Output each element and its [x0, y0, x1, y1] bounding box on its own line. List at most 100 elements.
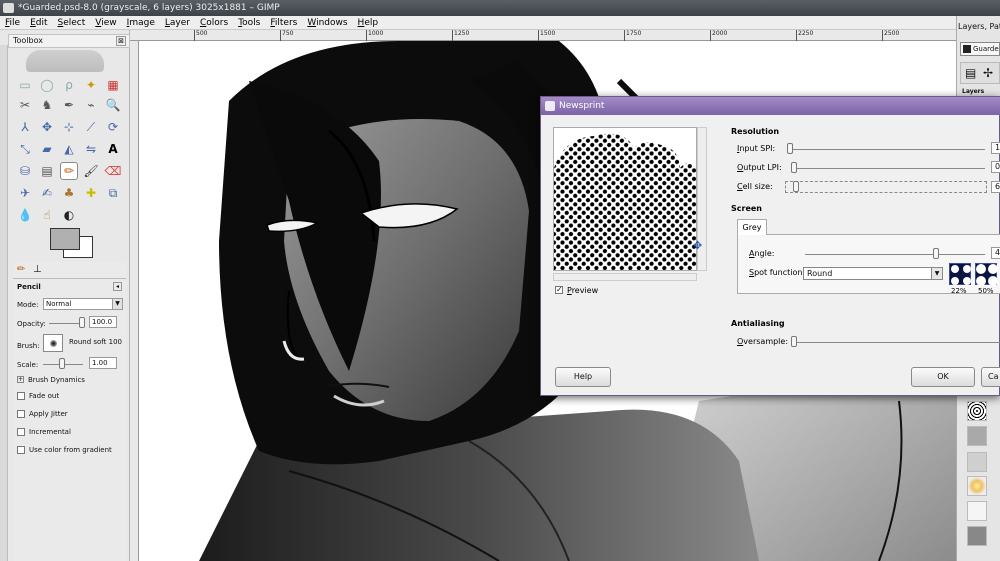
eraser-tool-icon[interactable]: ⌫ — [104, 162, 122, 180]
preview-horizontal-scrollbar[interactable] — [553, 273, 697, 281]
input-spi-slider-handle[interactable] — [787, 143, 793, 154]
free-select-tool-icon[interactable]: ρ — [60, 76, 78, 94]
mode-select[interactable]: Normal ▼ — [43, 298, 123, 310]
fuzzy-select-tool-icon[interactable]: ✦ — [82, 76, 100, 94]
foreground-select-tool-icon[interactable]: ♞ — [38, 96, 56, 114]
blend-tool-icon[interactable]: ▤ — [38, 162, 56, 180]
pencil-tool-icon[interactable]: ✏ — [60, 162, 78, 180]
image-thumbnail-icon — [963, 45, 971, 53]
navigate-icon[interactable]: ✥ — [693, 239, 702, 252]
oversample-slider[interactable] — [793, 342, 1000, 343]
brush-swatch[interactable] — [967, 476, 987, 496]
menu-select[interactable]: Select — [53, 16, 91, 29]
cancel-button[interactable]: Ca — [981, 367, 1000, 387]
apply-jitter-checkbox[interactable] — [17, 410, 25, 418]
menu-layer[interactable]: Layer — [160, 16, 195, 29]
paths-tool-icon[interactable]: ✒ — [60, 96, 78, 114]
ok-button-label: OK — [937, 372, 949, 381]
paintbrush-tool-icon[interactable]: 🖌 — [82, 162, 100, 180]
cell-size-slider[interactable] — [785, 181, 987, 193]
preview-area[interactable] — [553, 127, 697, 271]
ink-tool-icon[interactable]: ✍ — [38, 184, 56, 202]
input-spi-spinbox[interactable]: 1 — [991, 142, 1000, 154]
input-spi-slider[interactable] — [789, 149, 985, 150]
menu-view[interactable]: View — [90, 16, 121, 29]
menu-colors[interactable]: Colors — [195, 16, 233, 29]
perspective-clone-tool-icon[interactable]: ⧉ — [104, 184, 122, 202]
perspective-tool-icon[interactable]: ◭ — [60, 140, 78, 158]
menu-file[interactable]: File — [0, 16, 25, 29]
rect-select-tool-icon[interactable]: ▭ — [16, 76, 34, 94]
angle-slider-handle[interactable] — [933, 248, 939, 259]
layers-tab-icon[interactable]: ▤ — [965, 66, 976, 80]
opacity-spinbox[interactable]: 100.0 — [89, 316, 117, 328]
image-selector[interactable]: Guarde — [960, 42, 1000, 56]
expander-plus-icon[interactable]: + — [17, 376, 24, 383]
oversample-slider-handle[interactable] — [791, 336, 797, 347]
device-status-tab-icon[interactable]: ⊥ — [33, 264, 42, 275]
ellipse-select-tool-icon[interactable]: ◯ — [38, 76, 56, 94]
scale-tool-icon[interactable]: ⤡ — [16, 140, 34, 158]
angle-spinbox[interactable]: 45 — [991, 247, 1000, 259]
output-lpi-slider[interactable] — [793, 168, 985, 169]
channels-tab-icon[interactable]: ✢ — [983, 66, 993, 80]
help-button[interactable]: Help — [555, 367, 611, 387]
heal-tool-icon[interactable]: ✚ — [82, 184, 100, 202]
dialog-title-bar[interactable]: Newsprint — [541, 97, 1000, 115]
flip-tool-icon[interactable]: ⇋ — [82, 140, 100, 158]
preview-checkbox[interactable]: ✓ — [555, 285, 563, 294]
spot-function-select[interactable]: Round ▼ — [803, 267, 943, 280]
scale-spinbox[interactable]: 1.00 — [89, 357, 117, 369]
horizontal-ruler[interactable]: 500 750 1000 1250 1500 1750 2000 2250 25… — [130, 30, 956, 41]
scale-slider-handle[interactable] — [59, 358, 65, 369]
brush-preview[interactable] — [43, 334, 63, 352]
fade-out-checkbox[interactable] — [17, 392, 25, 400]
scissors-tool-icon[interactable]: ✂ — [16, 96, 34, 114]
crop-tool-icon[interactable]: ⟋ — [82, 118, 100, 136]
bucket-fill-tool-icon[interactable]: ⛁ — [16, 162, 34, 180]
incremental-label: Incremental — [29, 428, 71, 436]
color-picker-tool-icon[interactable]: ⌁ — [82, 96, 100, 114]
measure-tool-icon[interactable]: ⅄ — [16, 118, 34, 136]
incremental-checkbox[interactable] — [17, 428, 25, 436]
align-tool-icon[interactable]: ⊹ — [60, 118, 78, 136]
close-icon[interactable]: ⊠ — [116, 36, 126, 46]
opacity-slider[interactable] — [49, 323, 81, 324]
rotate-tool-icon[interactable]: ⟳ — [104, 118, 122, 136]
brush-swatch[interactable] — [967, 452, 987, 472]
menu-edit[interactable]: Edit — [25, 16, 52, 29]
tab-grey[interactable]: Grey — [737, 219, 767, 235]
pencil-options-tab-icon[interactable]: ✏ — [17, 264, 25, 275]
angle-slider[interactable] — [805, 254, 985, 255]
brush-swatch[interactable] — [967, 501, 987, 521]
menu-filters[interactable]: Filters — [265, 16, 302, 29]
output-lpi-spinbox[interactable]: 0. — [991, 161, 1000, 173]
shear-tool-icon[interactable]: ▰ — [38, 140, 56, 158]
newsprint-dialog: Newsprint ✥ ✓ Preview Resolution Input S… — [540, 96, 1000, 396]
brush-dynamics-expander[interactable]: Brush Dynamics — [28, 376, 85, 384]
restore-options-icon[interactable]: ◂ — [113, 282, 122, 291]
color-select-tool-icon[interactable]: ▦ — [104, 76, 122, 94]
cell-size-slider-handle[interactable] — [793, 181, 799, 192]
wilber-drop-area[interactable] — [26, 50, 104, 72]
menu-image[interactable]: Image — [122, 16, 160, 29]
brush-swatch[interactable] — [967, 526, 987, 546]
opacity-slider-handle[interactable] — [79, 317, 85, 328]
toolbox-title: Toolbox — [13, 36, 43, 45]
vertical-ruler[interactable] — [130, 41, 139, 561]
menu-help[interactable]: Help — [353, 16, 384, 29]
foreground-color-swatch[interactable] — [50, 228, 80, 250]
use-color-from-gradient-checkbox[interactable] — [17, 446, 25, 454]
brush-swatch[interactable] — [967, 401, 987, 421]
text-tool-icon[interactable]: A — [104, 140, 122, 158]
move-tool-icon[interactable]: ✥ — [38, 118, 56, 136]
menu-windows[interactable]: Windows — [302, 16, 352, 29]
cell-size-spinbox[interactable]: 6 — [991, 181, 1000, 193]
zoom-tool-icon[interactable]: 🔍 — [104, 96, 122, 114]
menu-tools[interactable]: Tools — [233, 16, 265, 29]
clone-tool-icon[interactable]: ♣ — [60, 184, 78, 202]
airbrush-tool-icon[interactable]: ✈ — [16, 184, 34, 202]
ok-button[interactable]: OK — [911, 367, 975, 387]
brush-swatch[interactable] — [967, 426, 987, 446]
output-lpi-slider-handle[interactable] — [791, 162, 797, 173]
